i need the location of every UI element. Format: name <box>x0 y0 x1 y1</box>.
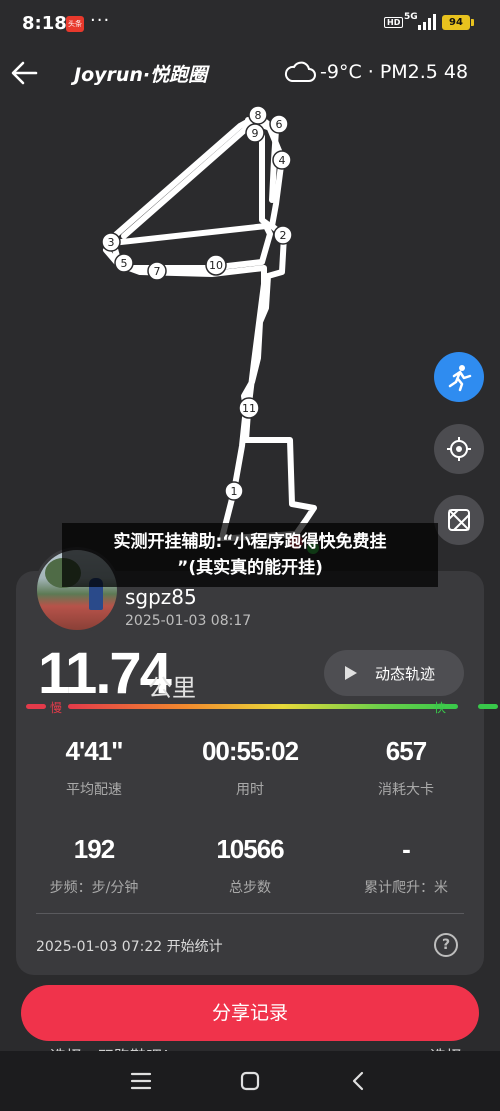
km-marker-label: 8 <box>255 109 262 122</box>
km-marker-label: 6 <box>276 118 283 131</box>
run-date: 2025-01-03 08:17 <box>125 613 252 629</box>
pace-gradient-bar <box>26 704 498 710</box>
km-marker: 1 <box>224 481 244 501</box>
stat-elevation: - 累计爬升：米 <box>328 834 484 897</box>
pace-slow-segment <box>26 704 46 709</box>
back-arrow-icon[interactable] <box>8 56 42 90</box>
km-marker: 11 <box>238 397 260 419</box>
km-marker-label: 7 <box>154 265 161 278</box>
pace-slow-label: 慢 <box>50 701 63 715</box>
stat-value: 192 <box>73 834 115 864</box>
stat-avg-pace: 4'41" 平均配速 <box>16 736 172 799</box>
status-bar: 8:18 头条 ··· HD 5G 94 <box>0 0 500 46</box>
system-nav-bar <box>0 1051 500 1111</box>
network-type: 5G <box>404 12 418 22</box>
signal-icon <box>418 14 436 30</box>
route-map[interactable]: 1 2 3 4 5 6 7 8 9 10 11 <box>0 96 500 556</box>
km-marker-label: 9 <box>252 127 259 140</box>
km-marker: 7 <box>147 261 167 281</box>
stat-value: 00:55:02 <box>201 736 299 766</box>
dynamic-track-label: 动态轨迹 <box>375 665 436 683</box>
km-marker-label: 3 <box>108 236 115 249</box>
pace-fast-segment <box>478 704 498 709</box>
weather-readout: -9°C · PM2.5 48 <box>320 61 469 83</box>
pace-fast-label: 快 <box>434 701 447 715</box>
km-marker-label: 2 <box>280 229 287 242</box>
km-marker-label: 5 <box>121 257 128 270</box>
stat-label: 累计爬升：米 <box>364 880 448 896</box>
username[interactable]: sgpz85 <box>125 585 197 609</box>
km-marker: 5 <box>114 253 134 273</box>
share-record-button[interactable]: 分享记录 <box>21 985 479 1041</box>
header: Joyrun·悦跑圈 -9°C · PM2.5 48 <box>0 50 500 96</box>
stat-label: 总步数 <box>229 880 271 896</box>
map-layer-icon <box>448 509 470 531</box>
km-marker: 4 <box>272 150 292 170</box>
km-marker-label: 1 <box>231 485 238 498</box>
stat-value: 10566 <box>216 834 284 864</box>
card-divider <box>36 913 464 914</box>
status-time: 8:18 <box>22 13 67 34</box>
km-marker-label: 11 <box>242 402 256 415</box>
banner-line-2: ”(其实真的能开挂) <box>177 558 323 578</box>
battery-icon: 94 <box>442 15 474 30</box>
stat-calories: 657 消耗大卡 <box>328 736 484 799</box>
distance-unit: 公里 <box>148 674 196 702</box>
stat-value: 657 <box>385 736 427 766</box>
play-icon <box>345 666 357 680</box>
km-marker: 2 <box>273 225 293 245</box>
km-marker: 8 <box>248 105 268 125</box>
runner-icon <box>448 365 472 392</box>
stat-label: 步频：步/分钟 <box>49 880 139 896</box>
route-path <box>103 113 317 541</box>
shoe-select-link[interactable]: 选择 <box>430 1043 462 1051</box>
km-marker: 3 <box>101 232 121 252</box>
stat-duration: 00:55:02 用时 <box>172 736 328 799</box>
locate-button[interactable] <box>434 424 484 474</box>
home-icon[interactable] <box>240 1071 260 1091</box>
km-marker-label: 10 <box>209 259 223 272</box>
stat-label: 平均配速 <box>66 782 122 798</box>
start-time-info: 2025-01-03 07:22 开始统计 <box>36 939 223 955</box>
run-mode-button[interactable] <box>434 352 484 402</box>
km-marker-label: 4 <box>279 154 286 167</box>
crosshair-icon <box>447 437 471 461</box>
shoe-selection-row[interactable]: 选择一双跑鞋吧！ 选择 <box>0 1041 500 1051</box>
help-icon[interactable]: ? <box>434 933 458 957</box>
km-marker: 9 <box>245 123 265 143</box>
km-marker: 10 <box>205 254 227 276</box>
km-marker: 6 <box>269 114 289 134</box>
watermark-banner: 实测开挂辅助:“小程序跑得快免费挂 ”(其实真的能开挂) <box>62 523 438 587</box>
cloud-icon <box>284 61 316 82</box>
shoe-prompt: 选择一双跑鞋吧！ <box>50 1043 178 1051</box>
stat-label: 消耗大卡 <box>378 782 434 798</box>
stat-cadence: 192 步频：步/分钟 <box>16 834 172 897</box>
stat-value: - <box>402 834 411 864</box>
nav-back-icon[interactable] <box>350 1071 366 1091</box>
dynamic-track-button[interactable]: 动态轨迹 <box>324 650 464 696</box>
stat-steps: 10566 总步数 <box>172 834 328 897</box>
pace-gradient <box>68 704 458 709</box>
stat-label: 用时 <box>236 782 264 798</box>
more-notifications-icon: ··· <box>90 10 111 31</box>
map-layer-button[interactable] <box>434 495 484 545</box>
banner-line-1: 实测开挂辅助:“小程序跑得快免费挂 <box>113 532 387 552</box>
menu-icon[interactable] <box>130 1071 152 1091</box>
hd-icon: HD <box>384 17 404 28</box>
stat-value: 4'41" <box>65 736 124 766</box>
news-app-icon: 头条 <box>66 16 84 32</box>
app-brand-logo: Joyrun·悦跑圈 <box>74 64 208 86</box>
